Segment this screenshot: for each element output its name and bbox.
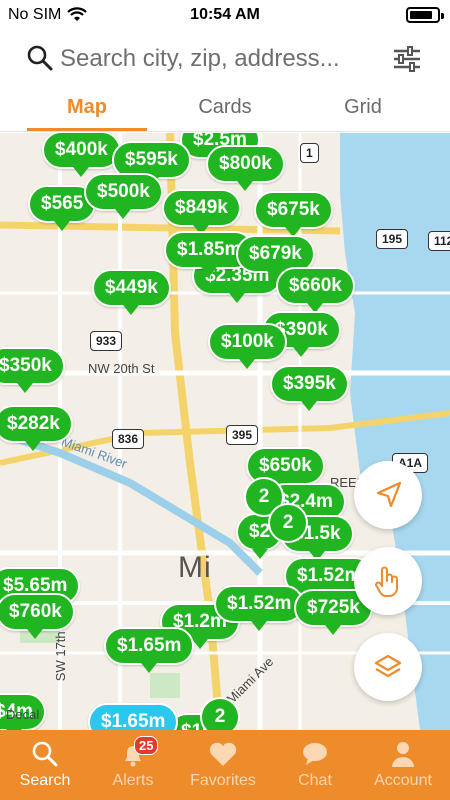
search-input[interactable]: [60, 42, 380, 76]
nav-label: Favorites: [190, 772, 256, 789]
price-pin[interactable]: $1.52m: [214, 585, 305, 631]
clock: 10:54 AM: [190, 6, 260, 23]
price-pin[interactable]: $760k: [0, 593, 75, 639]
nav-search[interactable]: Search: [0, 730, 90, 800]
highway-shield: 836: [112, 429, 145, 449]
price-pin[interactable]: $282k: [0, 405, 73, 451]
tab-grid[interactable]: Grid: [288, 96, 438, 119]
search-bar: [0, 34, 450, 86]
battery-icon: [406, 7, 444, 23]
alerts-badge: 25: [134, 736, 159, 755]
nav-alerts[interactable]: 25 Alerts: [88, 730, 178, 800]
draw-on-map-button[interactable]: [354, 547, 422, 615]
map-layers-button[interactable]: [354, 633, 422, 701]
highway-shield: 1: [300, 143, 319, 163]
navigation-arrow-icon: [376, 481, 402, 508]
price-pin[interactable]: $1.65m: [104, 627, 195, 673]
tab-map[interactable]: Map: [12, 96, 162, 119]
nav-label: Search: [19, 772, 71, 789]
layers-icon: [374, 654, 402, 678]
tab-cards[interactable]: Cards: [150, 96, 300, 119]
price-pin[interactable]: $500k: [84, 173, 163, 219]
cluster-marker[interactable]: 2: [200, 697, 240, 730]
nav-account[interactable]: Account: [358, 730, 448, 800]
search-icon: [27, 45, 53, 71]
nav-favorites[interactable]: Favorites: [178, 730, 268, 800]
price-pin[interactable]: $100k: [208, 323, 287, 369]
price-pin[interactable]: $800k: [206, 145, 285, 191]
selected-price-pin[interactable]: $1.65m: [88, 703, 179, 730]
status-bar: No SIM 10:54 AM: [0, 0, 450, 30]
price-pin[interactable]: $395k: [270, 365, 349, 411]
map-view[interactable]: NW 20th St Miami River SW 17th A Miami A…: [0, 133, 450, 730]
highway-shield: 195: [376, 229, 409, 249]
locate-me-button[interactable]: [354, 461, 422, 529]
highway-shield: 933: [90, 331, 123, 351]
price-pin[interactable]: $449k: [92, 269, 171, 315]
nav-label: Alerts: [112, 772, 154, 789]
price-pin[interactable]: $675k: [254, 191, 333, 237]
view-tabs: Map Cards Grid: [0, 90, 450, 132]
active-tab-indicator: [27, 128, 147, 131]
nav-label: Account: [374, 772, 432, 789]
chat-icon: [303, 743, 327, 765]
nav-label: Chat: [298, 772, 332, 789]
heart-icon: [209, 742, 237, 766]
highway-shield: 112: [428, 231, 450, 251]
highway-shield: 395: [226, 425, 259, 445]
road-label-nw20th: NW 20th St: [88, 361, 155, 376]
map-label-decal: Decal: [6, 707, 40, 722]
search-icon: [32, 741, 58, 767]
city-label: Mi: [178, 551, 212, 584]
cluster-marker[interactable]: 2: [268, 503, 308, 543]
hand-pointer-icon: [375, 566, 398, 597]
price-pin[interactable]: $849k: [162, 189, 241, 235]
bottom-navigation: Search 25 Alerts Favorites Chat Account: [0, 730, 450, 800]
price-pin[interactable]: $660k: [276, 267, 355, 313]
filter-icon[interactable]: [390, 42, 424, 76]
person-icon: [392, 742, 414, 767]
price-pin[interactable]: $400k: [42, 133, 121, 177]
price-pin[interactable]: $350k: [0, 347, 65, 393]
nav-chat[interactable]: Chat: [270, 730, 360, 800]
